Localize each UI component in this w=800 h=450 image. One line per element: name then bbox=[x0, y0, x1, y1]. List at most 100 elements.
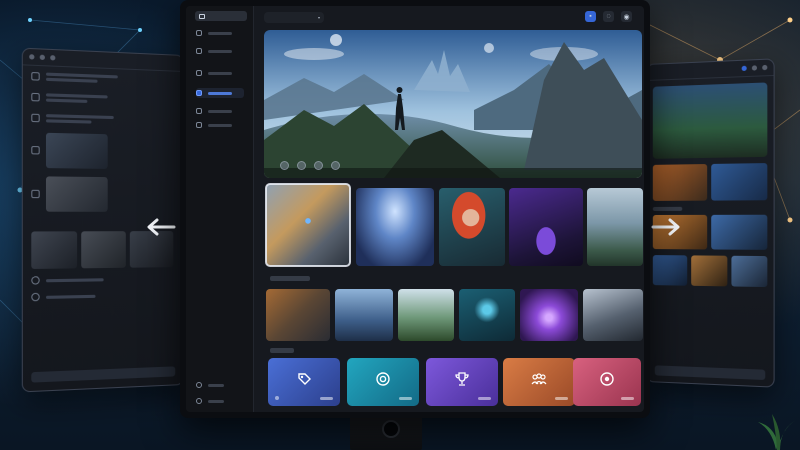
game-card-snow-forest[interactable] bbox=[335, 289, 393, 341]
explore-icon bbox=[196, 90, 202, 96]
sidebar-item-label bbox=[208, 49, 232, 53]
left-panel-text-lines bbox=[45, 91, 108, 105]
carousel-dot[interactable] bbox=[297, 161, 306, 170]
sidebar-item-library[interactable] bbox=[196, 46, 244, 56]
sidebar-item-label bbox=[208, 109, 232, 113]
tile-bar bbox=[478, 397, 491, 400]
left-panel-thumbnail bbox=[45, 176, 108, 212]
game-card-mech-robot[interactable] bbox=[265, 183, 351, 267]
hero-banner[interactable] bbox=[264, 30, 642, 178]
search-input[interactable]: ▾ bbox=[264, 12, 324, 23]
monitor: ▾ ▪ ◌ ◉ bbox=[180, 0, 650, 418]
user-icon[interactable]: ◉ bbox=[621, 11, 632, 22]
sidebar-item-label bbox=[208, 71, 232, 75]
game-icon bbox=[31, 189, 40, 199]
sidebar-item-friends[interactable] bbox=[196, 106, 244, 116]
sidebar-item-label bbox=[208, 91, 232, 95]
game-card-red-haired-heroine[interactable] bbox=[439, 188, 505, 266]
section-heading bbox=[270, 348, 294, 353]
sidebar bbox=[186, 6, 254, 412]
arrow-left-icon[interactable] bbox=[144, 217, 176, 237]
game-card-purple-portal[interactable] bbox=[520, 289, 578, 341]
hero-carousel-indicators bbox=[280, 161, 340, 170]
document-icon bbox=[31, 113, 40, 123]
right-panel-thumbnail[interactable] bbox=[731, 255, 768, 288]
left-panel-text-lines bbox=[45, 112, 114, 126]
plant-decoration bbox=[758, 414, 796, 450]
right-panel-thumbnail[interactable] bbox=[711, 163, 768, 201]
left-panel-game-item[interactable] bbox=[23, 128, 183, 174]
top-bar-actions: ▪ ◌ ◉ bbox=[585, 11, 632, 22]
category-tile-tag[interactable] bbox=[268, 358, 340, 406]
game-card-robot-warrior[interactable] bbox=[266, 289, 330, 341]
left-panel-footer[interactable] bbox=[31, 366, 176, 383]
tag-icon bbox=[298, 373, 311, 385]
home-icon bbox=[196, 30, 202, 36]
sidebar-item-profile[interactable] bbox=[196, 398, 224, 404]
settings-icon bbox=[196, 382, 202, 388]
right-panel-thumbnail[interactable] bbox=[652, 255, 688, 286]
right-panel-hero[interactable] bbox=[652, 82, 768, 159]
carousel-dot[interactable] bbox=[314, 161, 323, 170]
store-icon bbox=[196, 70, 202, 76]
window-dot-icon bbox=[741, 65, 747, 72]
window-dot-icon bbox=[39, 54, 45, 61]
category-tile-record[interactable] bbox=[573, 358, 641, 406]
left-panel-game-item[interactable] bbox=[23, 172, 183, 216]
game-card-green-valley[interactable] bbox=[398, 289, 454, 341]
left-panel-thumbnail[interactable] bbox=[31, 231, 78, 269]
carousel-dot[interactable] bbox=[280, 161, 289, 170]
category-tile-group[interactable] bbox=[503, 358, 575, 406]
notification-icon[interactable]: ◌ bbox=[603, 11, 614, 22]
tile-bar bbox=[399, 397, 412, 400]
app-window: ▾ ▪ ◌ ◉ bbox=[186, 6, 644, 412]
sidebar-item-settings[interactable] bbox=[196, 382, 224, 388]
circle-icon bbox=[31, 292, 40, 302]
game-card-armored-knight[interactable] bbox=[587, 188, 643, 266]
downloads-icon bbox=[196, 122, 202, 128]
left-panel-thumbnail[interactable] bbox=[81, 231, 126, 269]
category-tile-trophy[interactable] bbox=[426, 358, 498, 406]
right-panel-thumbnail[interactable] bbox=[652, 164, 708, 201]
circle-icon bbox=[31, 276, 40, 285]
window-dot-icon bbox=[762, 64, 768, 71]
trophy-icon bbox=[455, 372, 469, 386]
sidebar-item-downloads[interactable] bbox=[196, 120, 244, 130]
arrow-right-icon[interactable] bbox=[651, 217, 683, 237]
tile-bar bbox=[320, 397, 333, 400]
window-dot-icon bbox=[751, 65, 758, 71]
game-card-neon-sports-car[interactable] bbox=[509, 188, 583, 266]
grid-view-icon[interactable]: ▪ bbox=[585, 11, 596, 22]
sidebar-item-explore[interactable] bbox=[196, 88, 244, 98]
game-card-cyber-fighter[interactable] bbox=[459, 289, 515, 341]
group-icon bbox=[531, 373, 547, 385]
sidebar-item-label bbox=[208, 399, 224, 403]
friends-icon bbox=[196, 108, 202, 114]
sidebar-item-label bbox=[208, 31, 232, 35]
profile-icon bbox=[196, 398, 202, 404]
tile-bar bbox=[555, 397, 568, 400]
sidebar-item-home[interactable] bbox=[196, 28, 244, 38]
library-icon bbox=[196, 48, 202, 54]
right-panel-thumbnail[interactable] bbox=[691, 255, 728, 287]
section-heading bbox=[270, 276, 310, 281]
left-panel-text-lines bbox=[45, 70, 118, 85]
game-card-ice-cave[interactable] bbox=[356, 188, 434, 266]
sidebar-item-store[interactable] bbox=[196, 68, 244, 78]
sidebar-item-label bbox=[208, 383, 224, 387]
game-card-frost-knight[interactable] bbox=[583, 289, 643, 341]
left-panel-list-item[interactable] bbox=[23, 286, 183, 306]
target-icon bbox=[376, 372, 390, 386]
window-dot-icon bbox=[50, 55, 56, 61]
stand-cable-hole bbox=[382, 420, 400, 438]
left-panel-text-lines bbox=[45, 292, 96, 300]
app-logo[interactable] bbox=[195, 11, 247, 21]
carousel-dot[interactable] bbox=[331, 161, 340, 170]
category-tile-target[interactable] bbox=[347, 358, 419, 406]
right-panel-footer[interactable] bbox=[654, 365, 766, 381]
document-icon bbox=[31, 71, 40, 81]
right-panel-thumbnail[interactable] bbox=[711, 214, 768, 250]
right-panel-titlebar bbox=[646, 59, 774, 81]
sidebar-item-label bbox=[208, 123, 232, 127]
tile-bar bbox=[621, 397, 634, 400]
